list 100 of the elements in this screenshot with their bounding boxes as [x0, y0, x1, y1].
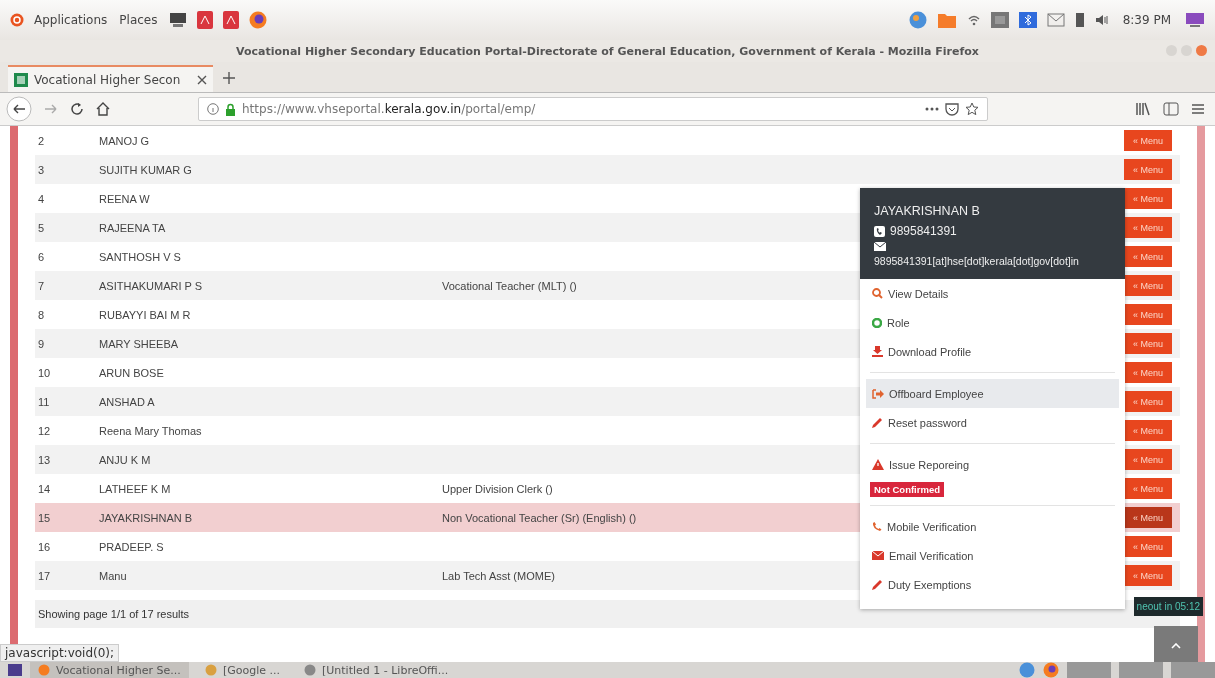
taskbar-window-button[interactable]: [Untitled 1 - LibreOffi... [295, 662, 457, 678]
table-cell-text: RUBAYYI BAI M R [98, 308, 192, 321]
table-cell-text: 7 [37, 279, 46, 292]
browser-icon[interactable] [249, 11, 268, 29]
phone-number: 9895841391 [890, 224, 957, 238]
table-cell-text: 6 [37, 250, 46, 263]
table-cell-text: 8 [37, 308, 46, 321]
session-timeout-label: neout in 05:12 [1133, 597, 1203, 616]
table-cell-text: SUJITH KUMAR G [98, 163, 193, 176]
more-icon[interactable] [925, 107, 939, 111]
table-cell-text: ASITHAKUMARI P S [98, 279, 204, 292]
window-icon [303, 664, 316, 676]
table-cell-text: SANTHOSH V S [98, 250, 182, 263]
table-cell: Lab Tech Asst (MOME) [442, 569, 555, 582]
table-row[interactable]: 3 SUJITH KUMAR G « Menu [35, 155, 1180, 184]
folder-icon[interactable] [936, 11, 957, 29]
keyboard-layout-icon[interactable] [990, 12, 1009, 28]
window-icon [204, 664, 217, 676]
table-cell-text: LATHEEF K M [98, 482, 172, 495]
monitor-icon[interactable] [1185, 12, 1205, 28]
table-cell-text: ANSHAD A [98, 395, 156, 408]
menu-icon[interactable] [1191, 103, 1205, 115]
pdf-icon[interactable] [197, 11, 214, 29]
back-button[interactable] [6, 96, 32, 122]
table-cell-text: 13 [37, 453, 52, 466]
bluetooth-icon[interactable] [1018, 12, 1037, 28]
reload-icon[interactable] [70, 102, 84, 116]
table-cell-text: ARUN BOSE [98, 366, 165, 379]
link-status-tooltip: javascript:void(0); [0, 644, 120, 662]
workspace-switcher[interactable] [1067, 662, 1111, 678]
table-cell: Non Vocational Teacher (Sr) (English) () [442, 511, 637, 524]
table-cell-text: Manu [98, 569, 128, 582]
email-address: 9895841391[at]hse[dot]kerala[dot]gov[dot]in [874, 255, 1079, 267]
table-cell-text: 11 [37, 395, 51, 408]
browser-icon[interactable] [1043, 662, 1059, 678]
table-cell-text: ANJU K M [98, 453, 152, 466]
window-icon [38, 664, 50, 676]
lock-icon [225, 102, 236, 116]
close-button[interactable] [1196, 45, 1207, 56]
table-cell-text: 5 [37, 221, 46, 234]
new-tab-icon[interactable] [223, 72, 235, 84]
download-icon [872, 346, 883, 357]
ubuntu-logo-icon[interactable] [10, 13, 24, 27]
mail-icon[interactable] [1046, 13, 1065, 27]
monitor-icon[interactable] [169, 12, 188, 28]
wifi-icon[interactable] [966, 13, 981, 27]
home-icon[interactable] [96, 102, 110, 116]
globe-icon[interactable] [1019, 662, 1035, 678]
pdf-icon[interactable] [223, 11, 240, 29]
sidebar-icon[interactable] [1163, 102, 1179, 116]
phone-icon [874, 225, 885, 237]
table-cell-text: 2 [37, 134, 46, 147]
table-cell-text: PRADEEP. S [98, 540, 165, 553]
table-cell: Upper Division Clerk () [442, 482, 553, 495]
table-cell-text: 15 [37, 511, 52, 524]
clock[interactable]: 8:39 PM [1122, 13, 1171, 27]
taskbar-window-button[interactable]: Vocational Higher Se... [30, 662, 189, 678]
window-title: Vocational Higher Secondary Education Portal-Directorate of General Education, Government of Kerala - Mozilla Firefox [236, 44, 979, 58]
info-icon[interactable] [207, 103, 219, 115]
panel-menu[interactable]: Applications [34, 13, 108, 27]
envelope-icon [872, 551, 884, 560]
address-bar[interactable]: https://www.vhseportal.kerala.gov.in/portal/emp/ [198, 97, 988, 121]
phone-icon [872, 521, 882, 532]
pencil-icon [872, 579, 883, 590]
table-cell: Vocational Teacher (MLT) () [442, 279, 577, 292]
caret-up-icon [1171, 643, 1181, 649]
menu-button[interactable]: « Menu [1124, 507, 1172, 528]
table-cell-text: 17 [37, 569, 52, 582]
volume-icon[interactable] [1094, 14, 1109, 26]
battery-icon[interactable] [1074, 12, 1085, 28]
table-cell-text: 16 [37, 540, 52, 553]
taskbar-window-button[interactable]: [Google ... [196, 662, 288, 678]
table-cell-text: MANOJ G [98, 134, 151, 147]
table-cell-text: Reena Mary Thomas [98, 424, 203, 437]
workspace-switcher[interactable] [1119, 662, 1163, 678]
table-cell-text: JAYAKRISHNAN B [98, 511, 194, 524]
warning-icon [872, 459, 884, 470]
table-cell-text: 9 [37, 337, 46, 350]
popup-menu-item[interactable]: Offboard Employee [866, 379, 1119, 408]
forward-icon[interactable] [44, 103, 58, 115]
envelope-icon [874, 242, 886, 251]
sign-out-icon [872, 388, 884, 399]
status-badge: Not Confirmed [870, 482, 944, 497]
table-cell-text: RAJEENA TA [98, 221, 167, 234]
star-icon[interactable] [965, 102, 979, 116]
url-text: https://www.vhseportal.kerala.gov.in/portal/emp/ [242, 102, 536, 116]
browser-tab[interactable]: Vocational Higher Secon [8, 65, 213, 92]
table-cell-text: 3 [37, 163, 46, 176]
globe-icon[interactable] [908, 11, 927, 29]
library-icon[interactable] [1135, 102, 1151, 116]
table-cell-text: MARY SHEEBA [98, 337, 180, 350]
workspace-switcher[interactable] [1171, 662, 1215, 678]
panel-menu[interactable]: Places [119, 13, 158, 27]
table-cell-text: 4 [37, 192, 46, 205]
search-icon [872, 288, 883, 299]
pocket-icon[interactable] [945, 102, 959, 116]
close-icon[interactable] [197, 74, 207, 85]
table-cell-text: 14 [37, 482, 52, 495]
table-cell-text: 10 [37, 366, 52, 379]
site-favicon-icon [14, 72, 28, 87]
